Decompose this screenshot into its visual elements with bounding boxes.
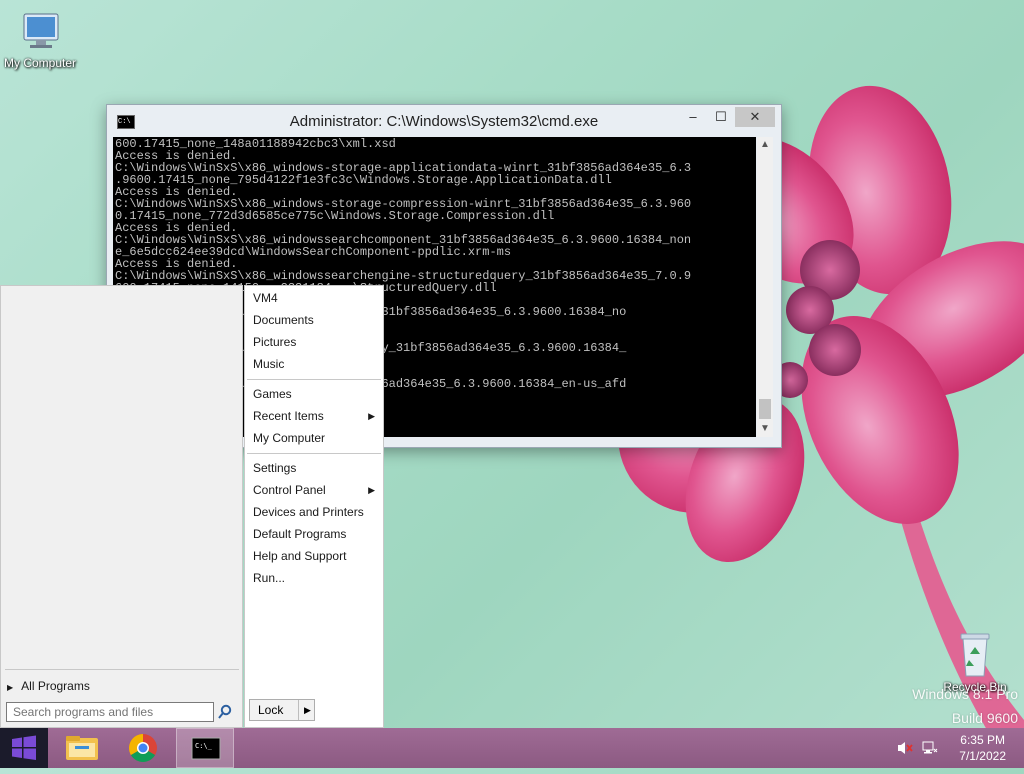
start-item-games[interactable]: Games — [253, 384, 375, 404]
clock-date: 7/1/2022 — [959, 749, 1006, 763]
taskbar: C:\_ 6:35 PM 7/1/2022 — [0, 728, 1024, 768]
minimize-button[interactable]: – — [679, 107, 707, 127]
network-icon[interactable] — [921, 740, 939, 759]
lock-button[interactable]: Lock ▶ — [249, 699, 315, 721]
start-item-label: Settings — [253, 461, 297, 475]
maximize-button[interactable]: ☐ — [707, 107, 735, 127]
taskbar-clock[interactable]: 6:35 PM 7/1/2022 — [959, 732, 1006, 764]
scrollbar-thumb[interactable] — [759, 399, 771, 419]
search-icon[interactable] — [217, 704, 235, 722]
search-programs-input[interactable] — [6, 702, 214, 722]
start-item-label: Pictures — [253, 335, 297, 349]
clock-time: 6:35 PM — [960, 733, 1005, 747]
divider — [5, 669, 239, 670]
start-item-pictures[interactable]: Pictures — [253, 332, 375, 352]
submenu-arrow-icon: ▶ — [368, 485, 375, 495]
start-item-default-programs[interactable]: Default Programs — [253, 524, 375, 544]
start-item-devices-and-printers[interactable]: Devices and Printers — [253, 502, 375, 522]
start-item-control-panel[interactable]: Control Panel ▶ — [253, 480, 375, 500]
start-item-label: Games — [253, 387, 292, 401]
computer-icon — [23, 13, 59, 48]
submenu-arrow-icon: ▶ — [368, 411, 375, 421]
start-button[interactable] — [0, 728, 48, 768]
start-item-label: My Computer — [253, 431, 326, 445]
start-item-run[interactable]: Run... — [253, 568, 375, 588]
start-item-label: Help and Support — [253, 549, 347, 563]
start-item-vm4[interactable]: VM4 — [253, 288, 375, 308]
vertical-scrollbar[interactable]: ▲ ▼ — [757, 137, 773, 437]
start-menu-programs-pane[interactable]: ▶ All Programs — [0, 285, 243, 728]
start-item-label: VM4 — [253, 291, 278, 305]
expand-triangle-icon: ▶ — [7, 683, 14, 692]
chrome-icon — [129, 734, 157, 762]
close-button[interactable]: ✕ — [735, 107, 775, 127]
start-item-help-and-support[interactable]: Help and Support — [253, 546, 375, 566]
desktop-icon-my-computer[interactable]: My Computer — [0, 10, 80, 70]
divider — [247, 379, 381, 380]
lock-options-arrow-icon[interactable]: ▶ — [304, 700, 311, 720]
start-item-label: Control Panel — [253, 483, 326, 497]
windows-edition-watermark: Windows 8.1 Pro — [912, 686, 1018, 702]
speaker-muted-icon[interactable] — [896, 740, 914, 759]
divider — [247, 453, 381, 454]
cmd-titlebar[interactable]: C:\ Administrator: C:\Windows\System32\c… — [107, 105, 781, 137]
desktop-icon-label: My Computer — [3, 56, 77, 70]
start-item-label: Documents — [253, 313, 314, 327]
start-item-documents[interactable]: Documents — [253, 310, 375, 330]
scroll-up-arrow-icon[interactable]: ▲ — [757, 137, 773, 153]
start-item-label: Devices and Printers — [253, 505, 364, 519]
lock-label: Lock — [258, 703, 284, 717]
all-programs-label: All Programs — [21, 679, 90, 693]
start-item-settings[interactable]: Settings — [253, 458, 375, 478]
windows-logo-icon — [12, 735, 36, 760]
file-explorer-icon — [66, 736, 98, 760]
divider — [298, 700, 299, 720]
recycle-bin-icon — [960, 633, 990, 677]
taskbar-cmd-button[interactable]: C:\_ — [176, 728, 234, 768]
svg-text:C:\_: C:\_ — [195, 742, 213, 750]
start-item-label: Default Programs — [253, 527, 347, 541]
windows-build-watermark: Build 9600 — [951, 710, 1018, 726]
cmd-icon: C:\_ — [191, 737, 221, 760]
start-item-label: Run... — [253, 571, 286, 585]
start-menu[interactable]: ▶ All Programs VM4 Documents Pictures Mus… — [0, 285, 384, 728]
start-item-music[interactable]: Music — [253, 354, 375, 374]
start-item-label: Music — [253, 357, 285, 371]
all-programs-item[interactable]: ▶ All Programs — [7, 679, 90, 693]
scroll-down-arrow-icon[interactable]: ▼ — [757, 421, 773, 437]
start-item-label: Recent Items — [253, 409, 324, 423]
taskbar-file-explorer-button[interactable] — [56, 728, 110, 768]
start-item-recent-items[interactable]: Recent Items ▶ — [253, 406, 375, 426]
start-menu-places-pane[interactable]: VM4 Documents Pictures Music Games Recen… — [244, 285, 384, 728]
desktop-icon-recycle-bin[interactable]: Recycle Bin — [935, 630, 1015, 694]
start-item-my-computer[interactable]: My Computer — [253, 428, 375, 448]
taskbar-chrome-button[interactable] — [116, 728, 170, 768]
